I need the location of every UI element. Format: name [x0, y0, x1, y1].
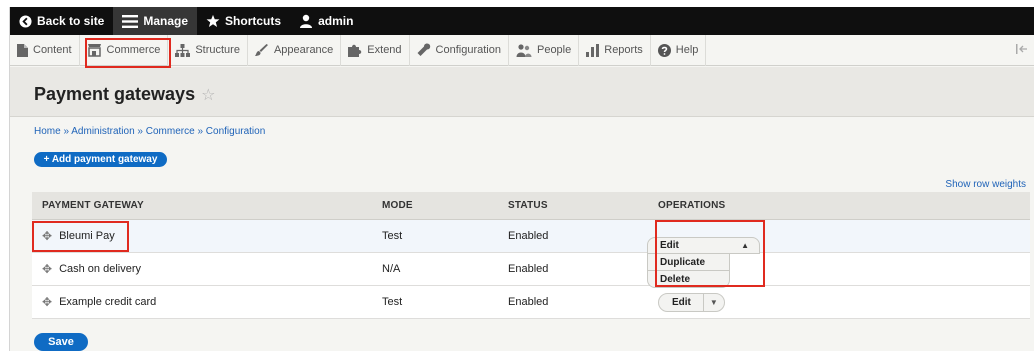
show-row-weights-link[interactable]: Show row weights: [945, 179, 1026, 190]
tray-item-content[interactable]: Content: [10, 34, 80, 66]
gateway-status: Enabled: [508, 230, 549, 242]
document-icon: [17, 43, 28, 57]
tray-item-reports[interactable]: Reports: [579, 34, 651, 66]
people-icon: [516, 43, 532, 57]
drag-handle-icon[interactable]: ✥: [42, 295, 52, 309]
gateway-name: Example credit card: [59, 296, 157, 308]
tray-orientation-toggle[interactable]: [1016, 43, 1034, 57]
breadcrumb-home[interactable]: Home: [34, 126, 61, 137]
tray-item-label: Appearance: [273, 44, 334, 56]
admin-page: Back to site Manage Shortcuts admin Cont…: [9, 7, 1034, 351]
tray-item-label: Reports: [604, 44, 643, 56]
header-mode: MODE: [382, 200, 413, 211]
delete-option[interactable]: Delete: [647, 271, 730, 288]
gateway-name: Cash on delivery: [59, 263, 141, 275]
add-payment-gateway-button[interactable]: + Add payment gateway: [34, 152, 167, 167]
header-status: STATUS: [508, 200, 548, 211]
puzzle-icon: [348, 44, 362, 57]
dropdown-collapse-icon[interactable]: ▲: [741, 241, 749, 250]
page-title: Payment gateways: [34, 84, 196, 104]
tray-item-extend[interactable]: Extend: [341, 34, 410, 66]
page-title-row: Payment gateways ☆: [34, 84, 215, 105]
tray-item-label: Help: [675, 44, 699, 56]
breadcrumb-separator: »: [137, 126, 143, 137]
breadcrumb-separator: »: [197, 126, 203, 137]
back-arrow-icon: [19, 14, 32, 28]
gateway-mode: Test: [382, 230, 403, 242]
breadcrumb-commerce[interactable]: Commerce: [146, 126, 195, 137]
header-payment-gateway: PAYMENT GATEWAY: [42, 200, 144, 211]
edit-option-label: Edit: [660, 240, 679, 251]
duplicate-option[interactable]: Duplicate: [647, 254, 730, 271]
tray-item-people[interactable]: People: [509, 34, 580, 66]
tray-item-commerce[interactable]: Commerce: [80, 34, 169, 66]
operations-dropdown-open: Edit ▲ Duplicate Delete: [647, 237, 760, 288]
table-row: ✥ Cash on delivery N/A Enabled: [32, 253, 1030, 286]
star-icon: [206, 14, 220, 27]
header-operations: OPERATIONS: [658, 200, 726, 211]
sitemap-icon: [175, 43, 191, 57]
gateway-name: Bleumi Pay: [59, 230, 115, 242]
tray-item-structure[interactable]: Structure: [168, 34, 248, 66]
tray-item-label: Content: [33, 44, 72, 56]
shop-icon: [87, 44, 101, 57]
table-header: PAYMENT GATEWAY MODE STATUS OPERATIONS: [32, 192, 1030, 220]
back-to-site-link[interactable]: Back to site: [10, 7, 113, 35]
tray-item-label: Extend: [367, 44, 402, 56]
drag-handle-icon[interactable]: ✥: [42, 262, 52, 276]
breadcrumb-separator: »: [63, 126, 70, 137]
user-tab[interactable]: admin: [290, 7, 362, 35]
gateway-mode: Test: [382, 296, 403, 308]
save-button[interactable]: Save: [34, 333, 88, 351]
wrench-icon: [417, 43, 430, 56]
edit-option[interactable]: Edit ▲: [647, 237, 760, 254]
edit-button[interactable]: Edit: [659, 293, 704, 311]
shortcuts-tab[interactable]: Shortcuts: [197, 7, 290, 35]
operations-dropbutton: Edit ▼: [658, 292, 725, 312]
tray-item-label: Structure: [195, 44, 240, 56]
admin-toolbar: Back to site Manage Shortcuts admin: [10, 7, 1034, 35]
table-row: ✥ Example credit card Test Enabled Edit …: [32, 286, 1030, 319]
tray-item-label: People: [536, 44, 572, 56]
gateway-status: Enabled: [508, 296, 549, 308]
table-row: ✥ Bleumi Pay Test Enabled: [32, 220, 1030, 253]
shortcuts-label: Shortcuts: [225, 14, 282, 28]
admin-tray: Content Commerce Structure Appearance Ex…: [10, 34, 1034, 66]
page-header: Payment gateways ☆: [10, 67, 1034, 117]
shortcut-star-icon[interactable]: ☆: [201, 85, 215, 105]
gateway-mode: N/A: [382, 263, 401, 275]
user-icon: [300, 14, 313, 28]
tray-item-label: Commerce: [106, 44, 161, 56]
help-icon: [657, 43, 671, 57]
brush-icon: [254, 43, 268, 56]
payment-gateways-table: PAYMENT GATEWAY MODE STATUS OPERATIONS ✥…: [32, 192, 1030, 319]
tray-item-configuration[interactable]: Configuration: [410, 34, 509, 66]
manage-label: Manage: [143, 14, 189, 28]
tray-item-label: Configuration: [435, 44, 501, 56]
tray-item-appearance[interactable]: Appearance: [248, 34, 342, 66]
dropdown-toggle-icon[interactable]: ▼: [704, 298, 724, 307]
tray-item-help[interactable]: Help: [651, 34, 707, 66]
manage-tab[interactable]: Manage: [113, 7, 198, 35]
breadcrumb: Home » Administration » Commerce » Confi…: [34, 126, 265, 137]
breadcrumb-configuration[interactable]: Configuration: [206, 126, 265, 137]
collapse-arrow-icon: [1016, 43, 1027, 54]
user-label: admin: [318, 14, 354, 28]
drag-handle-icon[interactable]: ✥: [42, 229, 52, 243]
bar-chart-icon: [586, 43, 600, 57]
breadcrumb-administration[interactable]: Administration: [71, 126, 134, 137]
back-to-site-label: Back to site: [37, 14, 105, 28]
gateway-status: Enabled: [508, 263, 549, 275]
menu-icon: [122, 14, 139, 28]
